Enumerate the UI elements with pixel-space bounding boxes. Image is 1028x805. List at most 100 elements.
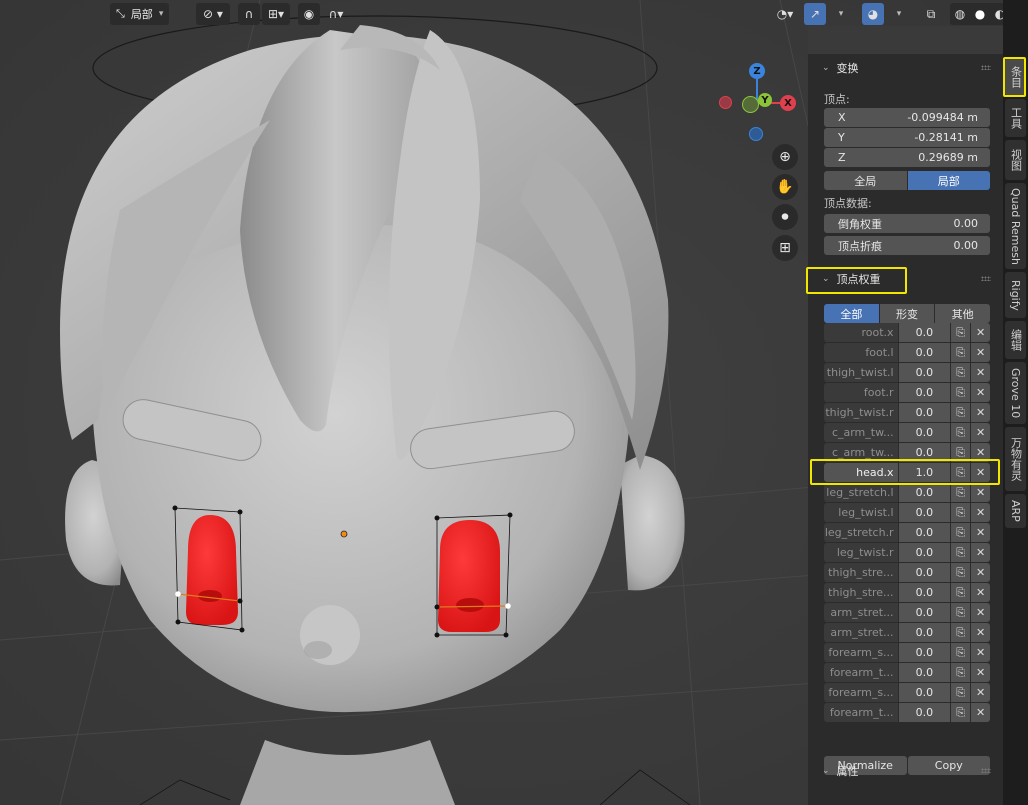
vertex-x-field[interactable]: X -0.099484 m xyxy=(824,108,990,127)
vertex-group-name[interactable]: c_arm_tw... xyxy=(824,443,898,462)
vertex-group-weight-field[interactable]: 0.0 xyxy=(898,363,951,382)
vertex-group-name[interactable]: thigh_twist.r xyxy=(824,403,898,422)
vertex-group-weight-field[interactable]: 0.0 xyxy=(898,563,951,582)
paste-weight-icon[interactable]: ⎘ xyxy=(951,623,971,642)
vertex-group-row[interactable]: foot.r 0.0 ⎘ ✕ xyxy=(824,383,990,402)
vertex-group-row[interactable]: forearm_t... 0.0 ⎘ ✕ xyxy=(824,663,990,682)
vertex-group-weight-field[interactable]: 0.0 xyxy=(898,643,951,662)
vertex-group-name[interactable]: root.x xyxy=(824,323,898,342)
paste-weight-icon[interactable]: ⎘ xyxy=(951,363,971,382)
tab-grove[interactable]: Grove 10 xyxy=(1005,362,1026,424)
vertex-group-weight-field[interactable]: 0.0 xyxy=(898,343,951,362)
vertex-group-row[interactable]: leg_twist.l 0.0 ⎘ ✕ xyxy=(824,503,990,522)
vertex-group-row[interactable]: leg_stretch.l 0.0 ⎘ ✕ xyxy=(824,483,990,502)
vertex-group-row[interactable]: root.x 0.0 ⎘ ✕ xyxy=(824,323,990,342)
properties-panel-header[interactable]: ⌄ 属性 xyxy=(814,759,1001,783)
space-local-button[interactable]: 局部 xyxy=(907,171,990,190)
snap-toggle-button[interactable]: ∩ xyxy=(238,3,260,25)
paste-weight-icon[interactable]: ⎘ xyxy=(951,443,971,462)
paste-weight-icon[interactable]: ⎘ xyxy=(951,683,971,702)
vertex-y-field[interactable]: Y -0.28141 m xyxy=(824,128,990,147)
vertex-group-weight-field[interactable]: 0.0 xyxy=(898,383,951,402)
vertex-group-weight-field[interactable]: 1.0 xyxy=(898,463,951,482)
paste-weight-icon[interactable]: ⎘ xyxy=(951,563,971,582)
vertex-group-weight-field[interactable]: 0.0 xyxy=(898,663,951,682)
vertex-group-row[interactable]: foot.l 0.0 ⎘ ✕ xyxy=(824,343,990,362)
tab-item[interactable]: 条目 xyxy=(1005,58,1026,96)
vertex-group-weight-field[interactable]: 0.0 xyxy=(898,443,951,462)
perspective-toggle-button[interactable]: ⊞ xyxy=(772,235,798,261)
remove-weight-icon[interactable]: ✕ xyxy=(971,563,990,582)
paste-weight-icon[interactable]: ⎘ xyxy=(951,423,971,442)
wireframe-shading-icon[interactable]: ◍ xyxy=(955,7,965,21)
remove-weight-icon[interactable]: ✕ xyxy=(971,383,990,402)
remove-weight-icon[interactable]: ✕ xyxy=(971,323,990,342)
paste-weight-icon[interactable]: ⎘ xyxy=(951,323,971,342)
vertex-group-weight-field[interactable]: 0.0 xyxy=(898,683,951,702)
vertex-group-row[interactable]: thigh_stre... 0.0 ⎘ ✕ xyxy=(824,583,990,602)
paste-weight-icon[interactable]: ⎘ xyxy=(951,543,971,562)
vertex-group-weight-field[interactable]: 0.0 xyxy=(898,523,951,542)
remove-weight-icon[interactable]: ✕ xyxy=(971,523,990,542)
vertex-group-row[interactable]: head.x 1.0 ⎘ ✕ xyxy=(824,463,990,482)
vertex-group-row[interactable]: forearm_s... 0.0 ⎘ ✕ xyxy=(824,643,990,662)
filter-other-button[interactable]: 其他 xyxy=(935,304,990,323)
remove-weight-icon[interactable]: ✕ xyxy=(971,363,990,382)
transform-orientation-dropdown[interactable]: ⤡ 局部 ▾ xyxy=(110,3,170,25)
vertex-group-name[interactable]: forearm_t... xyxy=(824,663,898,682)
remove-weight-icon[interactable]: ✕ xyxy=(971,703,990,722)
remove-weight-icon[interactable]: ✕ xyxy=(971,623,990,642)
paste-weight-icon[interactable]: ⎘ xyxy=(951,643,971,662)
remove-weight-icon[interactable]: ✕ xyxy=(971,483,990,502)
remove-weight-icon[interactable]: ✕ xyxy=(971,443,990,462)
tab-animator[interactable]: 万物有灵 xyxy=(1005,427,1026,491)
remove-weight-icon[interactable]: ✕ xyxy=(971,503,990,522)
filter-deform-button[interactable]: 形变 xyxy=(879,304,935,323)
vertex-group-row[interactable]: thigh_twist.r 0.0 ⎘ ✕ xyxy=(824,403,990,422)
remove-weight-icon[interactable]: ✕ xyxy=(971,583,990,602)
gizmo-neg-z-axis[interactable] xyxy=(749,127,763,141)
proportional-edit-button[interactable]: ◉ xyxy=(298,3,320,25)
vertex-group-row[interactable]: c_arm_tw... 0.0 ⎘ ✕ xyxy=(824,423,990,442)
tab-edit[interactable]: 编辑 xyxy=(1005,321,1026,359)
vertex-group-weight-field[interactable]: 0.0 xyxy=(898,543,951,562)
visibility-button[interactable]: ◔▾ xyxy=(770,3,800,25)
vertex-crease-field[interactable]: 顶点折痕 0.00 xyxy=(824,236,990,255)
vertex-group-weight-field[interactable]: 0.0 xyxy=(898,403,951,422)
vertex-group-name[interactable]: foot.l xyxy=(824,343,898,362)
vertex-group-name[interactable]: forearm_s... xyxy=(824,643,898,662)
gizmo-neg-x-axis[interactable] xyxy=(719,96,732,109)
gizmo-menu-button[interactable]: ▾ xyxy=(830,3,852,25)
drag-grip-icon[interactable] xyxy=(981,276,991,281)
vertex-group-row[interactable]: thigh_stre... 0.0 ⎘ ✕ xyxy=(824,563,990,582)
drag-grip-icon[interactable] xyxy=(981,65,991,70)
vertex-group-row[interactable]: leg_stretch.r 0.0 ⎘ ✕ xyxy=(824,523,990,542)
falloff-button[interactable]: ∩▾ xyxy=(322,3,350,25)
paste-weight-icon[interactable]: ⎘ xyxy=(951,403,971,422)
remove-weight-icon[interactable]: ✕ xyxy=(971,663,990,682)
vertex-group-name[interactable]: thigh_stre... xyxy=(824,583,898,602)
drag-grip-icon[interactable] xyxy=(981,768,991,773)
transform-panel-header[interactable]: ⌄ 变换 xyxy=(814,56,1001,80)
gizmo-x-axis[interactable]: X xyxy=(780,95,796,111)
vertex-group-name[interactable]: thigh_stre... xyxy=(824,563,898,582)
xray-toggle-button[interactable]: ⧉ xyxy=(920,3,942,25)
paste-weight-icon[interactable]: ⎘ xyxy=(951,703,971,722)
solid-shading-icon[interactable]: ● xyxy=(975,7,985,21)
vertex-group-weight-field[interactable]: 0.0 xyxy=(898,583,951,602)
vertex-group-name[interactable]: arm_stret... xyxy=(824,603,898,622)
gizmo-toggle-button[interactable]: ↗ xyxy=(804,3,826,25)
gizmo-neg-y-axis[interactable] xyxy=(742,96,759,113)
tab-rigify[interactable]: Rigify xyxy=(1005,272,1026,318)
vertex-group-row[interactable]: forearm_t... 0.0 ⎘ ✕ xyxy=(824,703,990,722)
vertex-group-name[interactable]: foot.r xyxy=(824,383,898,402)
paste-weight-icon[interactable]: ⎘ xyxy=(951,483,971,502)
remove-weight-icon[interactable]: ✕ xyxy=(971,343,990,362)
remove-weight-icon[interactable]: ✕ xyxy=(971,683,990,702)
pivot-point-button[interactable]: ⊘ ▾ xyxy=(196,3,230,25)
paste-weight-icon[interactable]: ⎘ xyxy=(951,383,971,402)
tab-arp[interactable]: ARP xyxy=(1005,494,1026,528)
vertex-weights-panel-header[interactable]: ⌄ 顶点权重 xyxy=(814,267,1001,291)
vertex-group-row[interactable]: leg_twist.r 0.0 ⎘ ✕ xyxy=(824,543,990,562)
zoom-button[interactable]: ⊕ xyxy=(772,144,798,170)
